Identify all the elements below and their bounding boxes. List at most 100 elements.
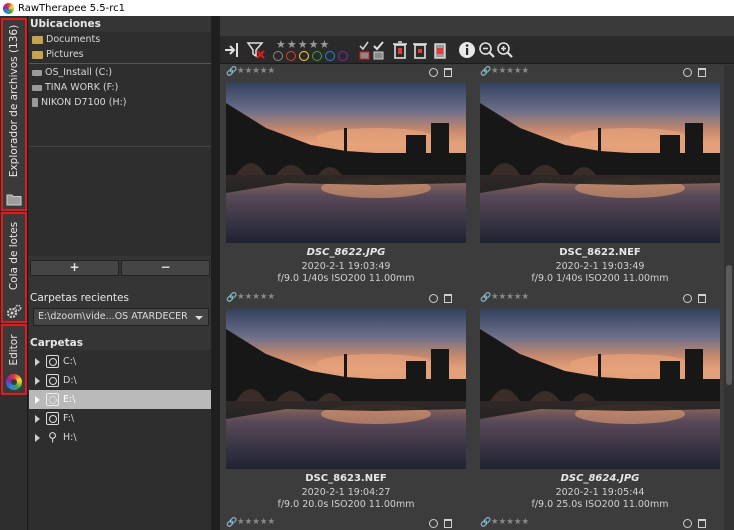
thumbnail-photo[interactable] xyxy=(226,83,466,243)
trash-icon[interactable] xyxy=(698,68,706,77)
info-icon[interactable] xyxy=(458,40,476,60)
place-item-pictures[interactable]: Pictures xyxy=(29,47,211,62)
add-place-button[interactable]: + xyxy=(30,260,119,276)
thumbnail-item[interactable]: 🔗 ★★★★★ xyxy=(220,292,466,518)
thumbnail-exif: f/9.0 25.0s ISO200 11.00mm xyxy=(531,499,669,510)
rating-filter-stars[interactable]: ★★★★★ xyxy=(276,38,330,51)
color-label-circle-icon[interactable] xyxy=(429,68,438,77)
thumbnail-image xyxy=(226,83,466,243)
tree-item-e[interactable]: E:\ xyxy=(29,390,211,409)
trash-icon[interactable] xyxy=(444,68,452,77)
tab-file-browser[interactable]: Explorador de archivos (136) xyxy=(1,18,27,211)
expand-arrow-icon[interactable] xyxy=(35,414,40,423)
filter-reset-icon[interactable] xyxy=(246,40,266,60)
thumbnail-exif: f/9.0 1/40s ISO200 11.00mm xyxy=(531,273,669,284)
color-label-circle-icon[interactable] xyxy=(683,294,692,303)
link-icon: 🔗 xyxy=(226,293,238,303)
window-title: RawTherapee 5.5-rc1 xyxy=(18,2,125,14)
tree-item-c[interactable]: C:\ xyxy=(29,352,211,371)
thumbnail-photo[interactable] xyxy=(480,83,720,243)
recent-folders-value: E:\dzoom\vide...OS ATARDECER xyxy=(38,311,188,322)
link-icon: 🔗 xyxy=(480,67,492,77)
thumbnail-item[interactable]: 🔗 ★★★★★ xyxy=(474,292,720,518)
filter-toolbar: ★★★★★ xyxy=(220,36,734,64)
rating-stars[interactable]: ★★★★★ xyxy=(491,292,529,302)
thumbnail-photo[interactable] xyxy=(226,309,466,469)
drive-icon xyxy=(32,84,42,91)
folder-tree: C:\ D:\ E:\ F:\ ⚲ H:\ xyxy=(29,350,211,530)
thumbnail-header: 🔗 ★★★★★ xyxy=(220,66,460,79)
tree-item-label: F:\ xyxy=(63,413,75,424)
trash-icon[interactable] xyxy=(698,294,706,303)
scrollbar-thumb[interactable] xyxy=(726,265,732,385)
place-label: NIKON D7100 (H:) xyxy=(41,97,127,108)
editor-color-wheel-icon xyxy=(6,374,22,390)
trash-icon[interactable] xyxy=(698,519,706,528)
expand-arrow-icon[interactable] xyxy=(35,433,40,442)
trash-icon[interactable] xyxy=(444,294,452,303)
expand-arrow-icon[interactable] xyxy=(35,376,40,385)
collapse-panel-icon[interactable] xyxy=(223,40,241,60)
thumbnail-item[interactable]: 🔗 ★★★★★ xyxy=(474,66,720,292)
color-label-circle-icon[interactable] xyxy=(429,519,438,528)
place-label: Documents xyxy=(46,34,101,45)
original-filter-icon[interactable] xyxy=(412,40,428,60)
thumbnail-photo[interactable] xyxy=(480,309,720,469)
places-heading: Ubicaciones xyxy=(30,18,101,30)
place-item-os-install[interactable]: OS_Install (C:) xyxy=(29,65,211,80)
thumbnail-image xyxy=(480,83,720,243)
trash-filter-icon[interactable] xyxy=(392,40,408,60)
recent-folders-heading: Carpetas recientes xyxy=(30,292,129,304)
places-empty-area xyxy=(29,146,211,256)
thumbnail-filename: DSC_8622.JPG xyxy=(306,247,386,258)
thumbnail-filename: DSC_8622.NEF xyxy=(559,247,641,258)
color-label-none-icon[interactable] xyxy=(273,51,283,61)
tree-item-label: D:\ xyxy=(63,375,77,386)
edited-filter-icon[interactable] xyxy=(358,40,388,60)
rating-stars[interactable]: ★★★★★ xyxy=(491,517,529,527)
places-divider xyxy=(29,63,211,64)
color-label-circle-icon[interactable] xyxy=(683,68,692,77)
place-item-documents[interactable]: Documents xyxy=(29,32,211,47)
thumbnail-exif: f/9.0 1/40s ISO200 11.00mm xyxy=(277,273,415,284)
place-item-tina-work[interactable]: TINA WORK (F:) xyxy=(29,80,211,95)
rating-stars[interactable]: ★★★★★ xyxy=(237,66,275,76)
recycle-icon[interactable] xyxy=(432,40,448,60)
color-label-blue-icon[interactable] xyxy=(325,51,335,61)
thumbnail-browser: ★★★★★ 🔗 ★★★★★ DSC_8622.JPG 2020-2-1 19:0… xyxy=(220,16,734,530)
color-label-purple-icon[interactable] xyxy=(338,51,348,61)
color-label-red-icon[interactable] xyxy=(286,51,296,61)
tree-item-d[interactable]: D:\ xyxy=(29,371,211,390)
link-icon: 🔗 xyxy=(480,293,492,303)
tree-item-label: E:\ xyxy=(63,394,76,405)
remove-place-button[interactable]: − xyxy=(121,260,210,276)
tab-editor[interactable]: Editor xyxy=(1,324,27,395)
rating-stars[interactable]: ★★★★★ xyxy=(491,66,529,76)
expand-arrow-icon[interactable] xyxy=(35,357,40,366)
tab-batch-queue[interactable]: Cola de lotes xyxy=(1,212,27,323)
color-label-green-icon[interactable] xyxy=(312,51,322,61)
thumbnail-header: 🔗 ★★★★★ xyxy=(474,517,714,530)
thumbnail-item[interactable]: 🔗 ★★★★★ xyxy=(220,66,466,292)
tree-item-f[interactable]: F:\ xyxy=(29,409,211,428)
color-label-yellow-icon[interactable] xyxy=(299,51,309,61)
thumbnail-scrollbar[interactable] xyxy=(724,65,734,530)
thumbnail-date: 2020-2-1 19:03:49 xyxy=(555,261,645,272)
rating-stars[interactable]: ★★★★★ xyxy=(237,292,275,302)
thumbnail-header: 🔗 ★★★★★ xyxy=(474,66,714,79)
camera-card-icon xyxy=(32,98,38,107)
folders-heading: Carpetas xyxy=(30,337,83,349)
zoom-out-icon[interactable] xyxy=(478,40,496,60)
recent-folders-combo[interactable]: E:\dzoom\vide...OS ATARDECER xyxy=(33,308,209,326)
trash-icon[interactable] xyxy=(444,519,452,528)
rating-stars[interactable]: ★★★★★ xyxy=(237,517,275,527)
usb-icon: ⚲ xyxy=(48,430,57,444)
color-label-circle-icon[interactable] xyxy=(683,519,692,528)
thumbnail-date: 2020-2-1 19:05:44 xyxy=(555,487,645,498)
color-label-circle-icon[interactable] xyxy=(429,294,438,303)
expand-arrow-icon[interactable] xyxy=(35,395,40,404)
tree-item-h[interactable]: ⚲ H:\ xyxy=(29,428,211,447)
panel-splitter[interactable] xyxy=(211,16,220,530)
zoom-in-icon[interactable] xyxy=(496,40,514,60)
place-item-nikon[interactable]: NIKON D7100 (H:) xyxy=(29,95,211,110)
